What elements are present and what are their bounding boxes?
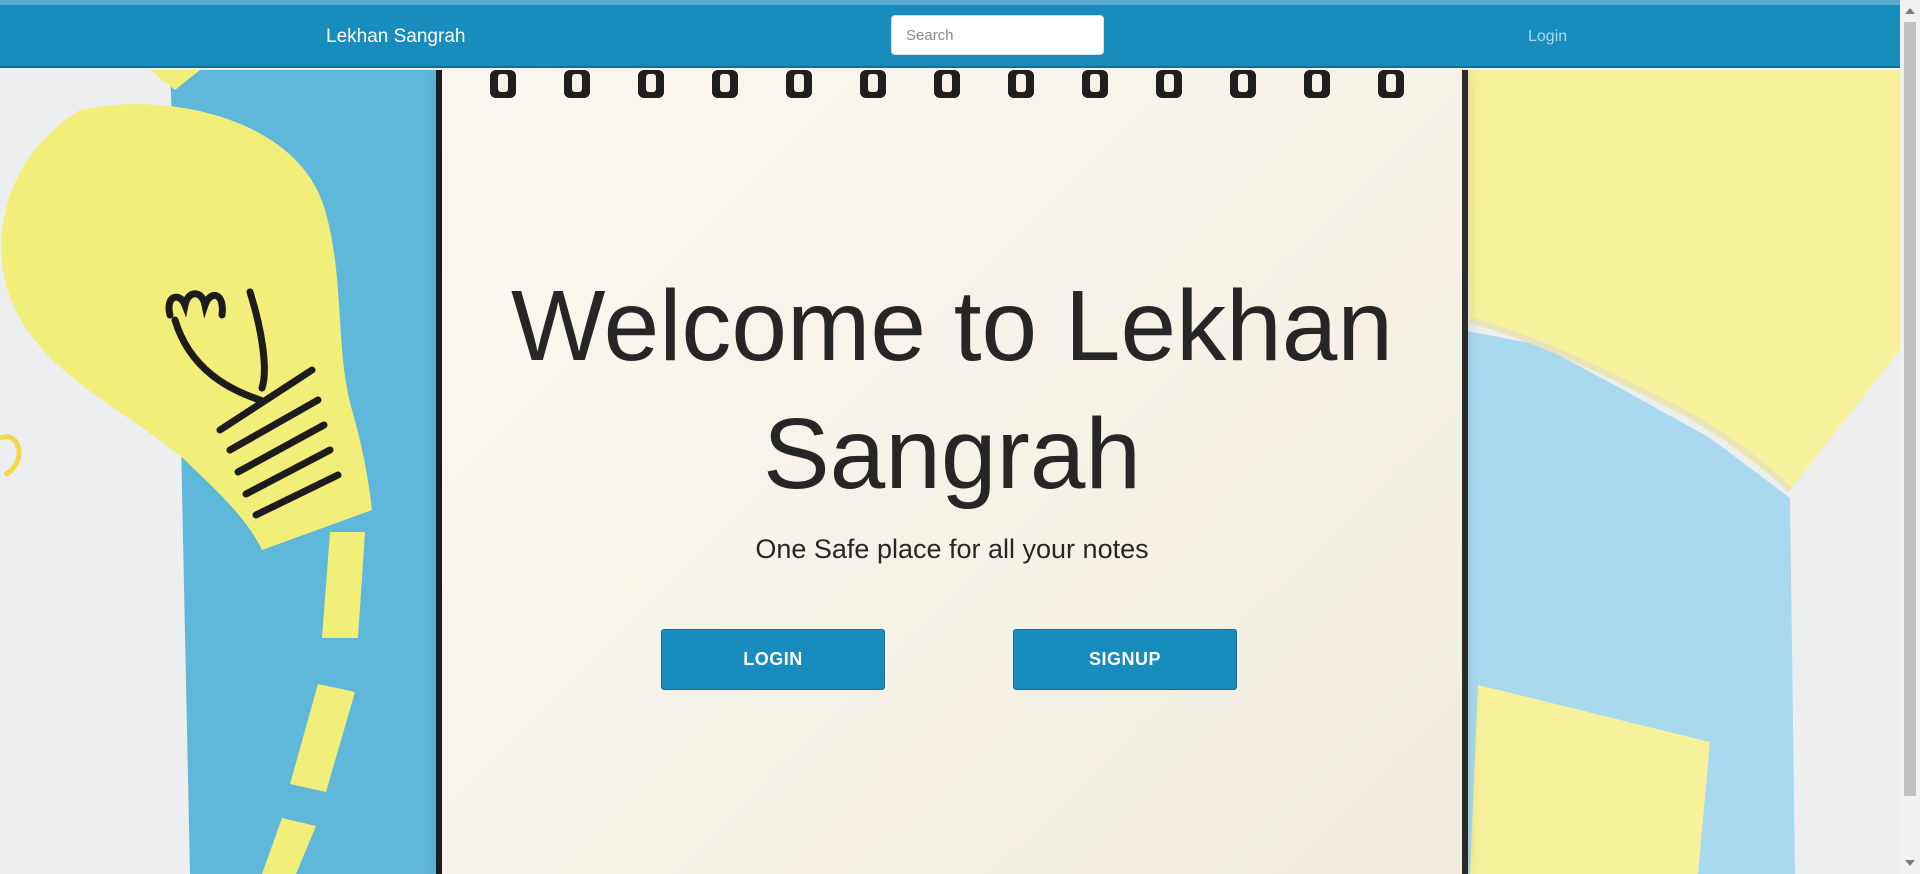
hero-subtitle: One Safe place for all your notes	[755, 534, 1149, 564]
signup-button[interactable]: SIGNUP	[1013, 629, 1237, 690]
login-button[interactable]: LOGIN	[661, 629, 885, 690]
scrollbar-thumb[interactable]	[1904, 22, 1916, 796]
nav-login-link[interactable]: Login	[1528, 5, 1567, 68]
paperclip	[0, 434, 22, 478]
hero-title-line1: Welcome to Lekhan	[511, 270, 1393, 382]
hero-title-line2: Sangrah	[762, 398, 1142, 510]
scroll-down-arrow-icon[interactable]	[1905, 860, 1915, 866]
hero-content: Welcome to Lekhan Sangrah One Safe place…	[442, 70, 1462, 874]
navbar: Lekhan Sangrah Login	[0, 5, 1900, 68]
hero-section: Welcome to Lekhan Sangrah One Safe place…	[0, 70, 1900, 874]
brand-link[interactable]: Lekhan Sangrah	[326, 5, 465, 68]
hero-title: Welcome to Lekhan Sangrah	[442, 262, 1462, 518]
search-input[interactable]	[891, 15, 1104, 55]
vertical-scrollbar[interactable]	[1900, 0, 1920, 874]
scroll-up-arrow-icon[interactable]	[1905, 8, 1915, 14]
